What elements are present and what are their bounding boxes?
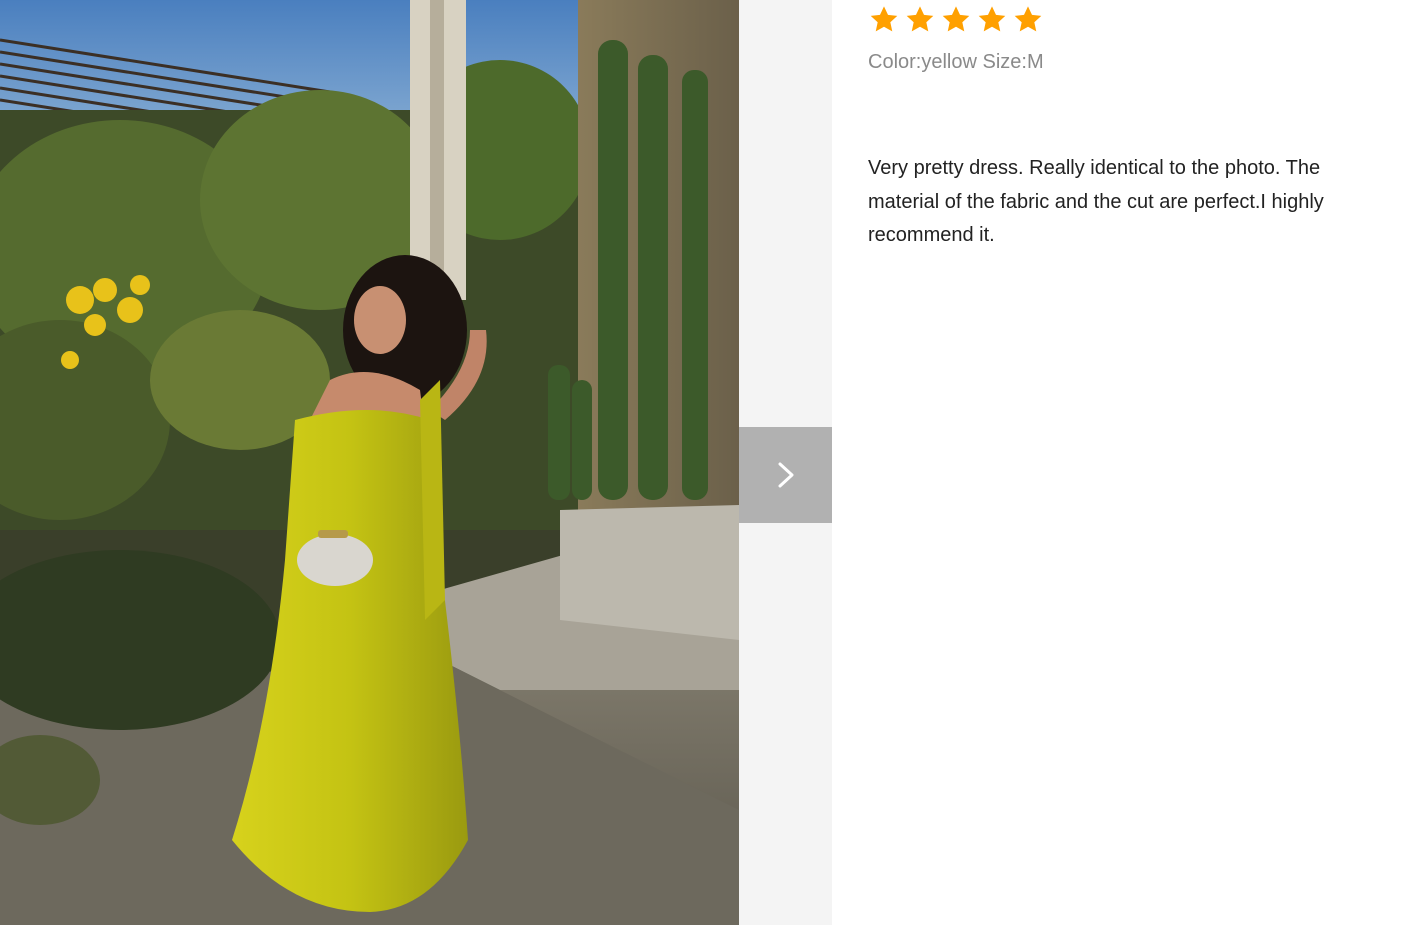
review-detail-view: Color:yellow Size:M Very pretty dress. R…	[0, 0, 1406, 925]
review-photo-image	[0, 0, 739, 925]
review-variant: Color:yellow Size:M	[868, 51, 1044, 73]
star-icon	[906, 6, 934, 32]
chevron-right-icon	[778, 462, 793, 488]
next-image-button[interactable]	[739, 427, 832, 523]
star-rating	[868, 4, 1044, 35]
star-icon	[1014, 6, 1042, 32]
review-text: Very pretty dress. Really identical to t…	[868, 157, 1324, 246]
star-icon	[978, 6, 1006, 32]
review-photo	[0, 0, 739, 925]
star-icon	[870, 6, 898, 32]
star-icon	[942, 6, 970, 32]
